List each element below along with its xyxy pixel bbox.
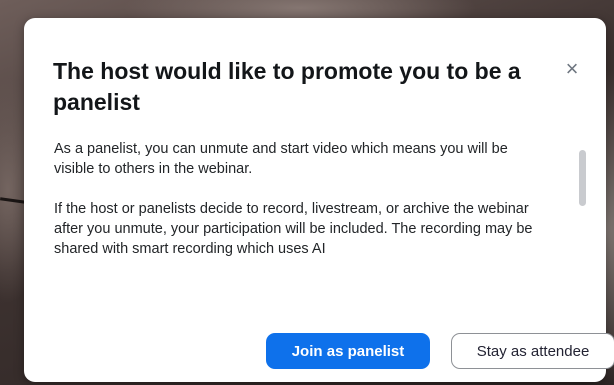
dialog-body-text: As a panelist, you can unmute and start … bbox=[54, 139, 552, 259]
stay-as-attendee-button[interactable]: Stay as attendee bbox=[451, 333, 614, 369]
dialog-title: The host would like to promote you to be… bbox=[53, 58, 521, 115]
scrollbar-track[interactable] bbox=[579, 140, 586, 280]
close-icon[interactable]: × bbox=[561, 58, 583, 80]
dialog-body-scroll-area[interactable]: As a panelist, you can unmute and start … bbox=[54, 139, 584, 282]
scrollbar-thumb[interactable] bbox=[579, 150, 586, 206]
promote-panelist-dialog: The host would like to promote you to be… bbox=[24, 18, 614, 382]
body-paragraph-panelist-info: As a panelist, you can unmute and start … bbox=[54, 141, 508, 177]
join-as-panelist-button[interactable]: Join as panelist bbox=[266, 333, 430, 369]
body-paragraph-recording-info: If the host or panelists decide to recor… bbox=[54, 201, 533, 257]
